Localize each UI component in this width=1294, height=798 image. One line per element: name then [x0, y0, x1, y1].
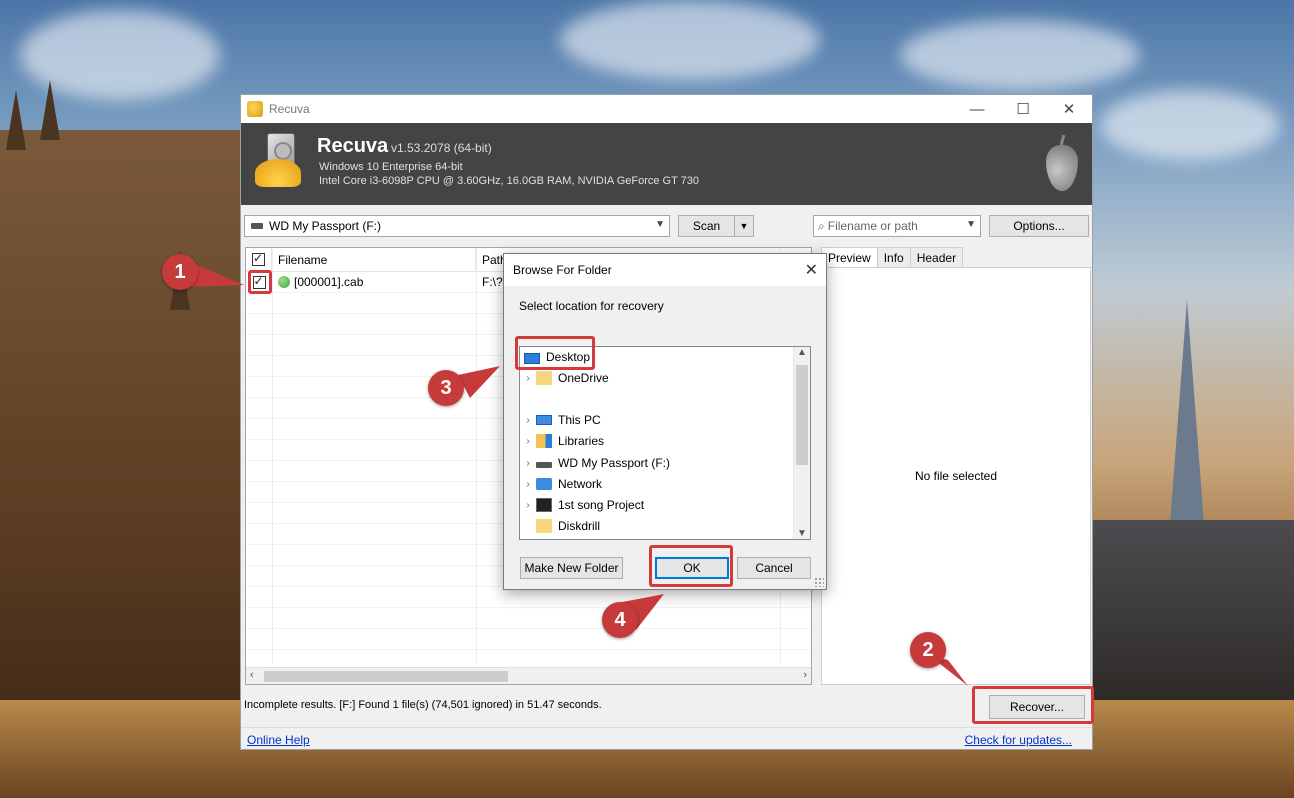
pointer-3 [458, 366, 500, 398]
step-badge-3: 3 [428, 370, 464, 406]
annotation-pointers [186, 262, 968, 686]
step-badge-4: 4 [602, 602, 638, 638]
step-badge-2: 2 [910, 632, 946, 668]
step-badge-1: 1 [162, 254, 198, 290]
